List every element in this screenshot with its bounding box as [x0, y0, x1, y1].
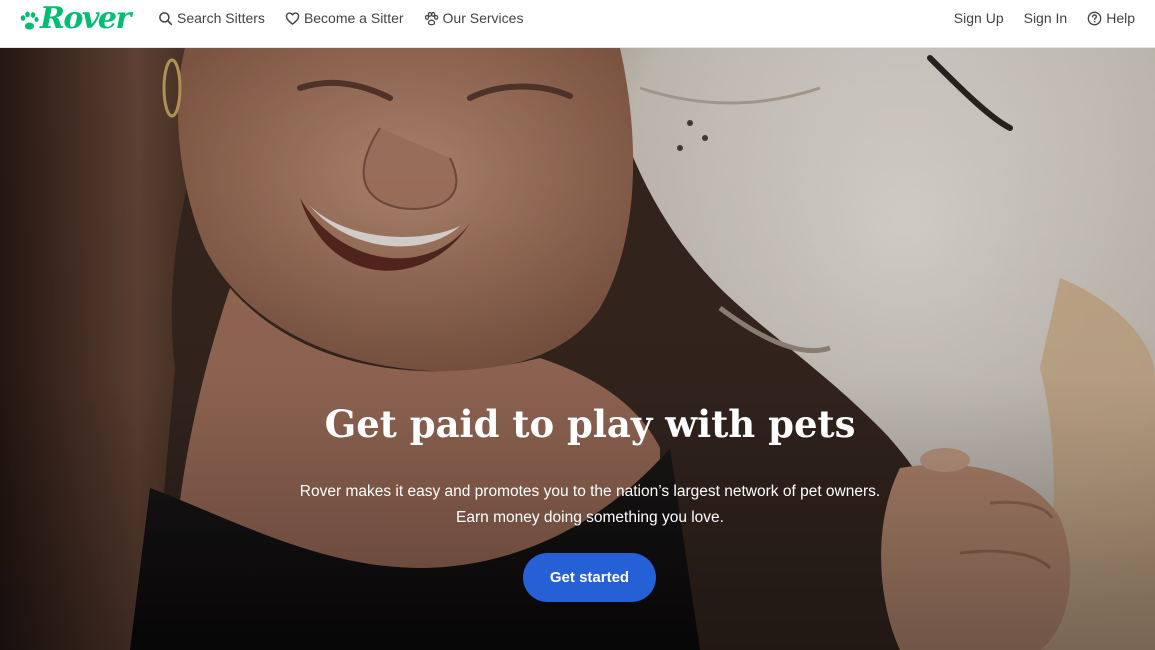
account-navigation: Sign Up Sign In Help [934, 0, 1135, 36]
hero-subtitle-line-1: Rover makes it easy and promotes you to … [299, 483, 881, 500]
nav-our-services-label: Our Services [442, 10, 524, 26]
top-navigation-bar: Rover Search Sitters Become a Sitter Our… [0, 0, 1155, 48]
logo-wordmark: Rover [40, 1, 131, 36]
hero-title: Get paid to play with pets [324, 402, 856, 446]
nav-search-sitters-label: Search Sitters [177, 10, 265, 26]
nav-search-sitters[interactable]: Search Sitters [158, 10, 265, 26]
paw-icon [20, 11, 39, 29]
primary-navigation: Search Sitters Become a Sitter Our Servi… [158, 0, 543, 36]
hero-section: Get paid to play with pets Rover makes i… [0, 48, 1155, 650]
sign-in-link[interactable]: Sign In [1024, 10, 1068, 26]
hero-subtitle-line-2: Earn money doing something you love. [456, 509, 724, 526]
get-started-button[interactable]: Get started [523, 553, 656, 602]
hero-subtitle: Rover makes it easy and promotes you to … [0, 479, 1155, 531]
nav-become-a-sitter[interactable]: Become a Sitter [285, 10, 404, 26]
search-icon [158, 11, 173, 26]
nav-our-services[interactable]: Our Services [424, 10, 524, 26]
help-link-label: Help [1106, 10, 1135, 26]
help-circle-icon [1087, 11, 1102, 26]
rover-logo[interactable]: Rover [19, 1, 131, 37]
heart-icon [285, 11, 300, 26]
nav-become-a-sitter-label: Become a Sitter [303, 10, 404, 26]
help-link[interactable]: Help [1087, 10, 1135, 26]
hero-content: Get paid to play with pets Rover makes i… [0, 48, 1155, 650]
paw-icon [424, 11, 439, 26]
sign-up-link[interactable]: Sign Up [954, 10, 1004, 26]
